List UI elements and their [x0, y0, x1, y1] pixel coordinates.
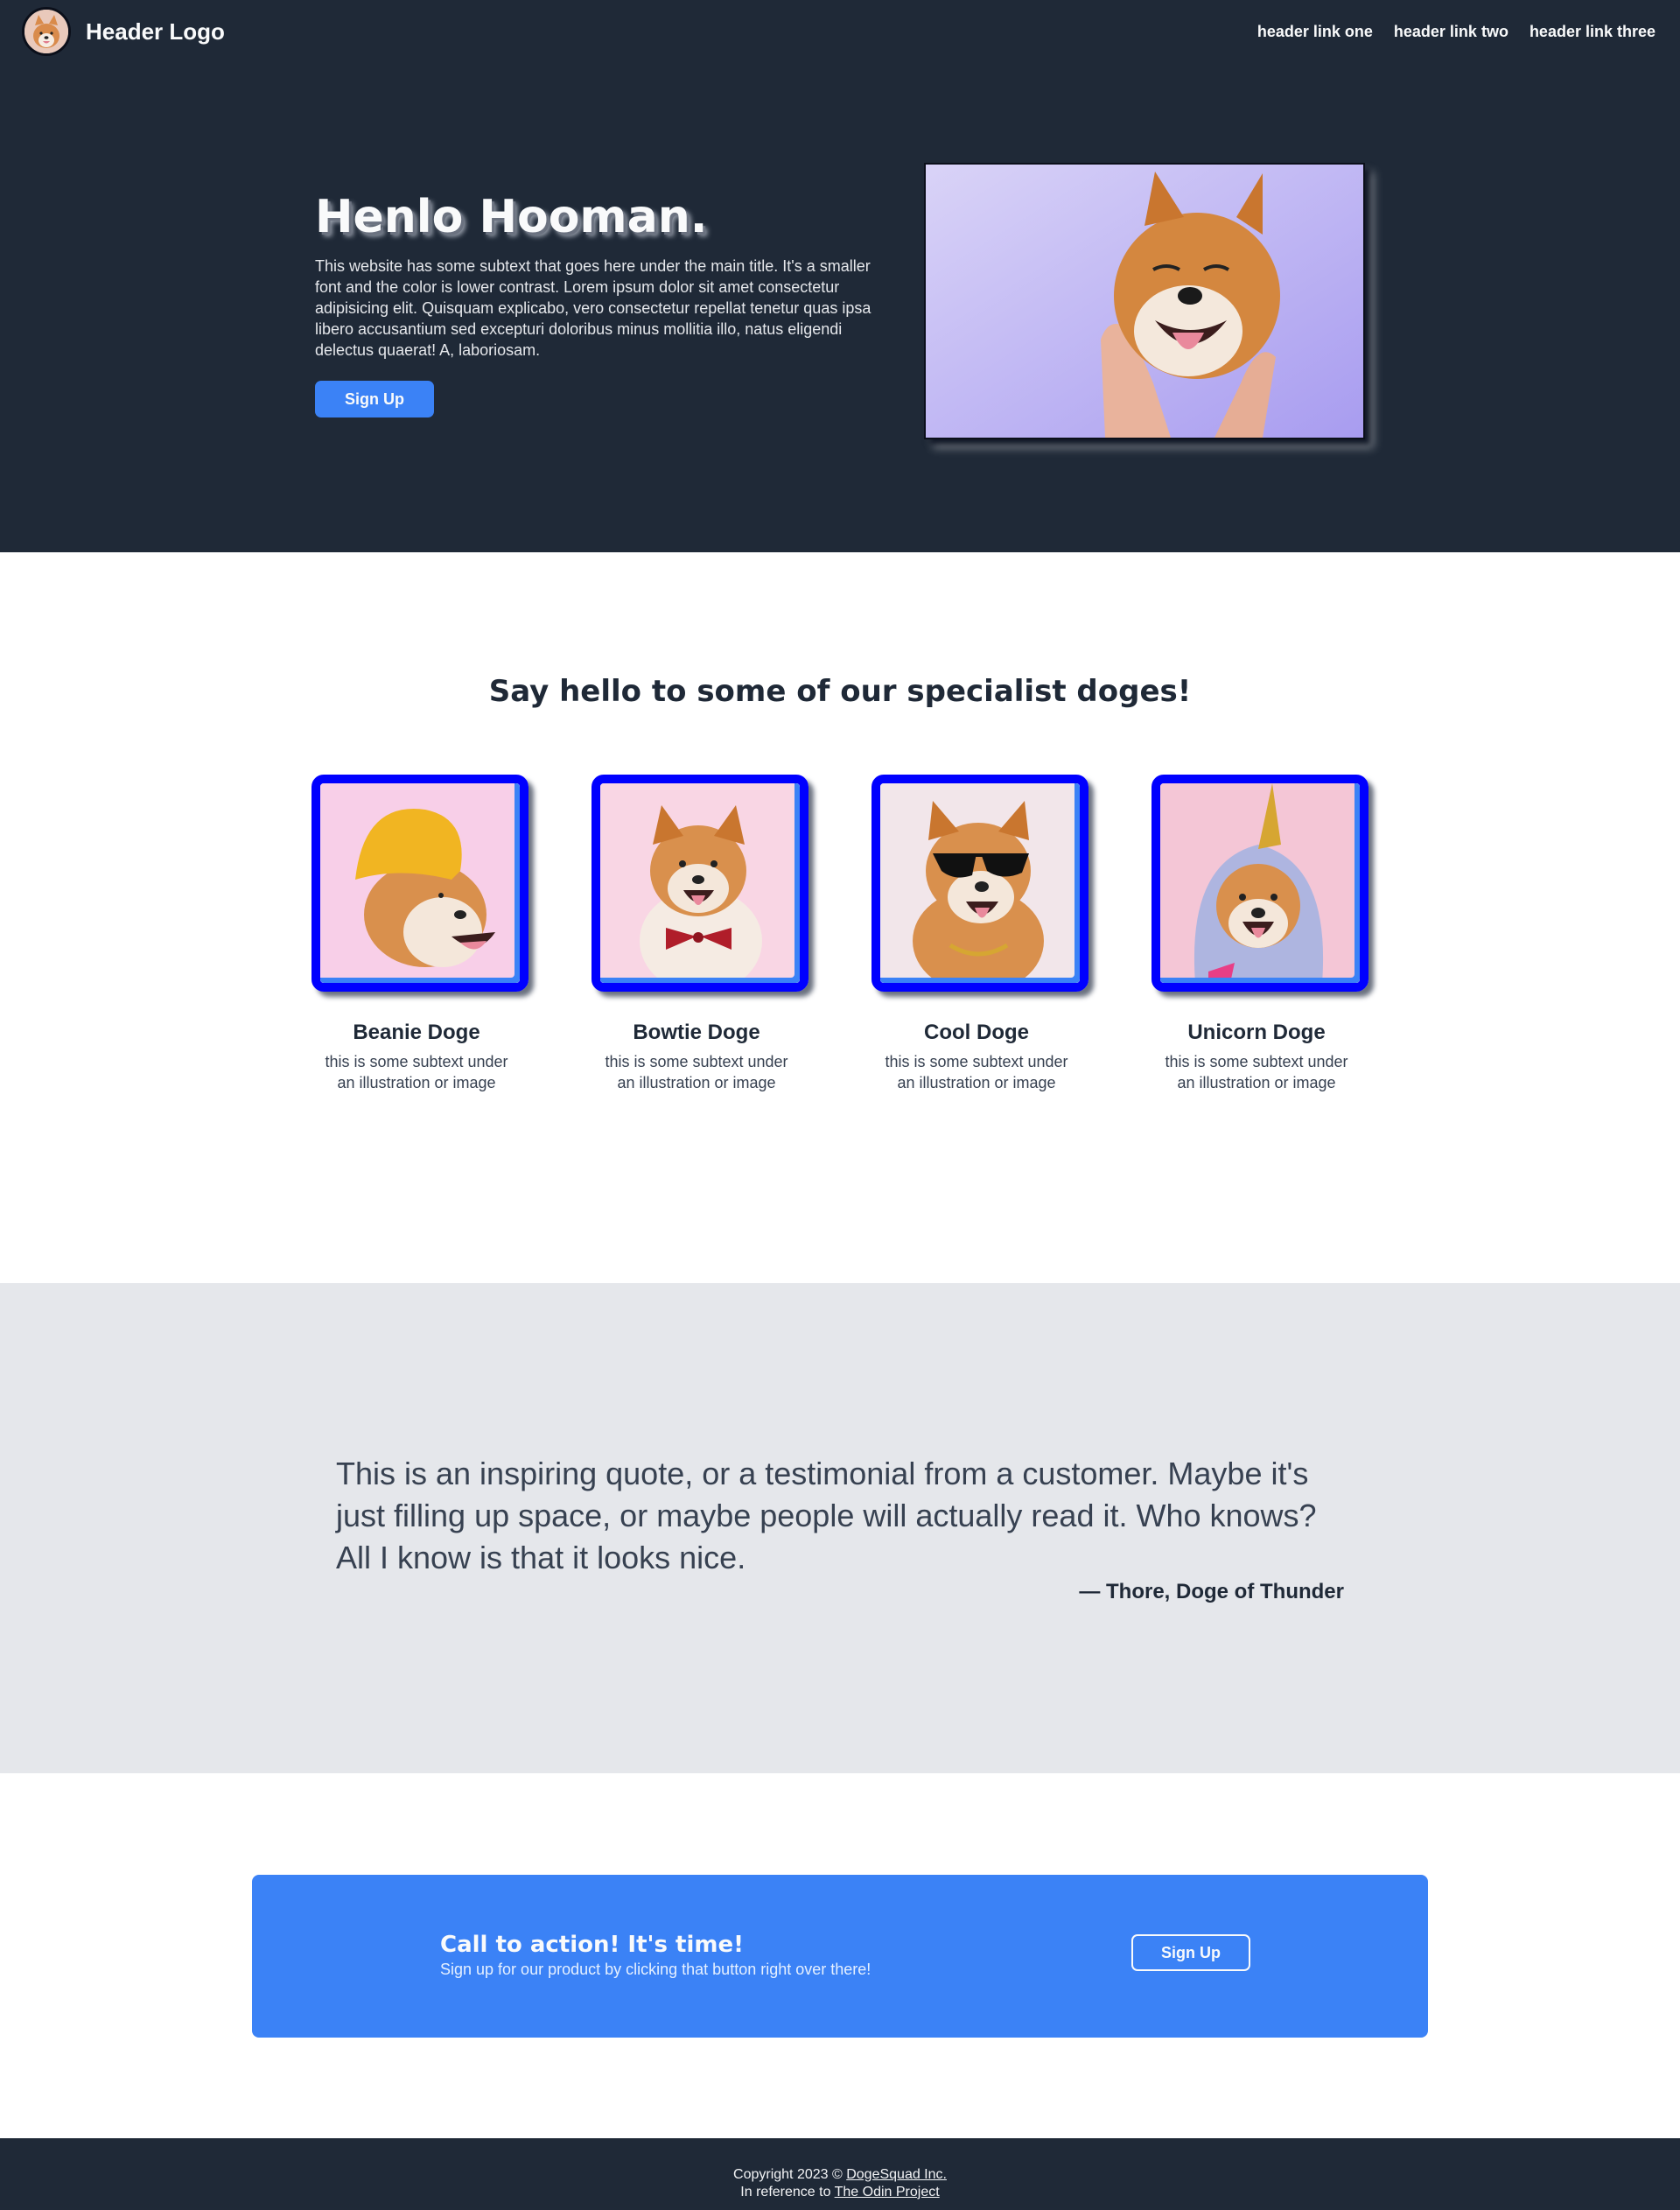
cta-banner: Call to action! It's time! Sign up for o… [252, 1875, 1428, 2038]
card-name: Cool Doge [924, 1021, 1029, 1044]
unicorn-doge-illustration [1160, 783, 1360, 983]
cta-signup-button[interactable]: Sign Up [1131, 1934, 1250, 1971]
card-image [592, 775, 808, 992]
card-image [872, 775, 1088, 992]
cta-title: Call to action! It's time! [440, 1932, 744, 1958]
site-header: Header Logo header link one header link … [0, 0, 1680, 63]
doge-logo-icon [24, 10, 68, 53]
hero-doge-illustration [926, 165, 1363, 438]
site-footer: Copyright 2023 © DogeSquad Inc. In refer… [0, 2138, 1680, 2210]
beanie-doge-illustration [320, 783, 520, 983]
card-subtext: this is some subtext under an illustrati… [1165, 1053, 1348, 1091]
nav-link-two[interactable]: header link two [1394, 21, 1508, 42]
footer-reference: In reference to The Odin Project [0, 2184, 1680, 2201]
odin-project-link[interactable]: The Odin Project [835, 2185, 940, 2199]
card-name: Unicorn Doge [1187, 1021, 1326, 1044]
card-subtext: this is some subtext under an illustrati… [605, 1053, 788, 1091]
specialists-title: Say hello to some of our specialist doge… [488, 674, 1192, 709]
nav-link-one[interactable]: header link one [1257, 21, 1373, 42]
card-subtext: this is some subtext under an illustrati… [325, 1053, 508, 1091]
card-image [1152, 775, 1368, 992]
company-link[interactable]: DogeSquad Inc. [846, 2167, 947, 2182]
header-nav: header link one header link two header l… [1257, 21, 1656, 42]
cool-doge-illustration [880, 783, 1080, 983]
logo-avatar[interactable] [22, 7, 71, 56]
quote-text: This is an inspiring quote, or a testimo… [336, 1456, 1317, 1575]
hero-section: Header Logo header link one header link … [0, 0, 1680, 552]
hero-subtext: This website has some subtext that goes … [315, 257, 872, 359]
footer-copyright: Copyright 2023 © DogeSquad Inc. [0, 2166, 1680, 2184]
hero-title: Henlo Hooman. [315, 191, 708, 243]
hero-doge-image [924, 163, 1365, 439]
hero-signup-button[interactable]: Sign Up [315, 381, 434, 417]
cta-subtext: Sign up for our product by clicking that… [440, 1961, 872, 1978]
card-name: Beanie Doge [353, 1021, 480, 1044]
bowtie-doge-illustration [600, 783, 800, 983]
logo-text[interactable]: Header Logo [86, 18, 225, 46]
card-subtext: this is some subtext under an illustrati… [885, 1053, 1068, 1091]
card-image [312, 775, 528, 992]
reference-prefix: In reference to [740, 2185, 835, 2199]
quote-author: — Thore, Doge of Thunder [1079, 1580, 1344, 1603]
copyright-prefix: Copyright 2023 © [733, 2167, 847, 2182]
card-name: Bowtie Doge [633, 1021, 760, 1044]
nav-link-three[interactable]: header link three [1530, 21, 1656, 42]
